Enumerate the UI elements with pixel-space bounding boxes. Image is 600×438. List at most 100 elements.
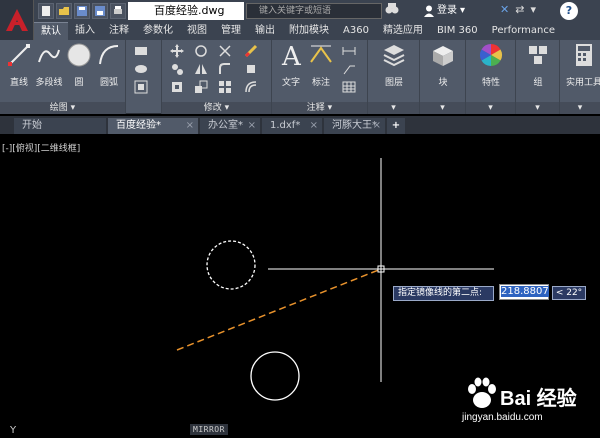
color-wheel-icon (480, 44, 502, 66)
document-title: 百度经验.dwg (128, 2, 244, 20)
document-tab-label: 百度经验* (116, 120, 161, 131)
text-icon: A (281, 42, 302, 72)
mirror-icon[interactable] (194, 62, 208, 76)
ucs-icon: Y (10, 425, 17, 436)
ribbon-tab[interactable]: BIM 360 (430, 22, 485, 40)
close-icon[interactable]: × (186, 118, 194, 134)
stretch-icon[interactable] (170, 80, 184, 94)
move-icon[interactable] (170, 44, 184, 58)
help-button[interactable]: ? (560, 2, 578, 20)
ribbon-tab[interactable]: A360 (336, 22, 376, 40)
distance-input[interactable]: 218.8807 (499, 284, 549, 300)
circle-tool[interactable]: 圆 (64, 42, 94, 88)
ribbon-tab[interactable]: 插入 (68, 22, 102, 40)
search-input[interactable]: 键入关键字或短语 (246, 3, 382, 19)
ribbon-tab[interactable]: Performance (485, 22, 562, 40)
ribbon-tab[interactable]: 注释 (102, 22, 136, 40)
save-as-icon[interactable] (92, 3, 108, 19)
document-tab-label: 1.dxf* (270, 120, 301, 131)
ribbon-tab[interactable]: 默认 (34, 22, 68, 40)
document-tab[interactable]: 百度经验* × (108, 118, 198, 134)
document-tab-label: 办公室* (208, 120, 243, 131)
polyline-label: 多段线 (35, 78, 63, 88)
group-panel-dropdown[interactable]: ▾ (516, 102, 559, 114)
region-icon[interactable] (134, 80, 148, 94)
utilities-panel-dropdown[interactable]: ▾ (560, 102, 600, 114)
offset-icon[interactable] (244, 80, 258, 94)
table-icon[interactable] (342, 80, 356, 94)
explode-icon[interactable] (244, 62, 258, 76)
print-icon[interactable] (110, 3, 126, 19)
ribbon-tab[interactable]: 附加模块 (282, 22, 336, 40)
a360-icon[interactable]: ⇄ (515, 3, 524, 16)
circle-label: 圆 (74, 78, 84, 88)
copy-icon[interactable] (170, 62, 184, 76)
block-panel-dropdown[interactable]: ▾ (420, 102, 465, 114)
block-label: 块 (438, 78, 448, 88)
document-tab[interactable]: 1.dxf* × (262, 118, 322, 134)
line-icon (8, 44, 30, 66)
ribbon-tab[interactable]: 输出 (248, 22, 282, 40)
properties-panel-dropdown[interactable]: ▾ (466, 102, 515, 114)
chevron-down-icon[interactable]: ▾ (530, 3, 536, 16)
layer-panel: 图层 ▾ (368, 40, 420, 114)
rectangle-icon[interactable] (134, 44, 148, 58)
array-icon[interactable] (218, 80, 232, 94)
leader-icon[interactable] (342, 62, 356, 76)
text-tool[interactable]: A 文字 (276, 42, 306, 88)
close-icon[interactable]: × (310, 118, 318, 134)
new-tab-button[interactable]: + (387, 118, 405, 134)
draw-panel-title[interactable]: 绘图 ▾ (0, 102, 125, 114)
fillet-icon[interactable] (218, 62, 232, 76)
layer-tool[interactable]: 图层 (379, 42, 409, 88)
mirrored-circle[interactable] (250, 351, 300, 401)
ribbon-tab[interactable]: 视图 (180, 22, 214, 40)
dimension-tool[interactable]: 标注 (306, 42, 336, 88)
save-icon[interactable] (74, 3, 90, 19)
line-tool[interactable]: 直线 (4, 42, 34, 88)
login-label: 登录 (437, 5, 457, 16)
selected-circle[interactable] (206, 240, 256, 290)
open-file-icon[interactable] (56, 3, 72, 19)
ribbon: 直线 多段线 圆 圆弧 绘图 ▾ 修改 ▾ A 文字 标注 注释 ▾ 图层 ▾ … (0, 40, 600, 114)
draw-extra-panel (126, 40, 162, 114)
new-file-icon[interactable] (38, 3, 54, 19)
ribbon-tab[interactable]: 管理 (214, 22, 248, 40)
scale-icon[interactable] (194, 80, 208, 94)
command-line[interactable]: MIRROR (190, 424, 228, 435)
block-tool[interactable]: 块 (428, 42, 458, 88)
document-tab[interactable]: 河豚大王* × (324, 118, 385, 134)
angle-input[interactable]: < 22° (552, 286, 586, 300)
polyline-tool[interactable]: 多段线 (34, 42, 64, 88)
application-menu-button[interactable] (0, 0, 34, 40)
modify-panel-title[interactable]: 修改 ▾ (162, 102, 271, 114)
viewport-controls[interactable]: [-][俯视][二维线框] (2, 141, 80, 154)
document-tab[interactable]: 办公室* × (200, 118, 260, 134)
line-label: 直线 (9, 78, 28, 88)
erase-icon[interactable] (244, 44, 258, 58)
close-icon[interactable]: × (373, 118, 381, 134)
annotation-panel: A 文字 标注 注释 ▾ (272, 40, 368, 114)
linear-dimension-icon[interactable] (342, 44, 356, 58)
document-tab[interactable]: 开始 (14, 118, 106, 134)
arc-tool[interactable]: 圆弧 (94, 42, 124, 88)
close-icon[interactable]: × (248, 118, 256, 134)
layer-stack-icon (383, 45, 405, 67)
layer-panel-dropdown[interactable]: ▾ (368, 102, 419, 114)
ribbon-tab[interactable]: 精选应用 (376, 22, 430, 40)
properties-tool[interactable]: 特性 (476, 42, 506, 88)
utilities-tool[interactable]: 实用工具 (564, 42, 600, 88)
binoculars-icon[interactable] (385, 3, 399, 15)
trim-icon[interactable] (218, 44, 232, 58)
dimension-label: 标注 (311, 78, 330, 88)
group-tool[interactable]: 组 (523, 42, 553, 88)
annotation-panel-title[interactable]: 注释 ▾ (272, 102, 367, 114)
rotate-icon[interactable] (194, 44, 208, 58)
exchange-icon[interactable]: ✕ (500, 3, 509, 16)
login-button[interactable]: 登录 ▾ (424, 3, 465, 19)
dimension-icon (310, 45, 332, 63)
block-icon (433, 46, 453, 66)
calculator-icon (576, 44, 592, 66)
hatch-icon[interactable] (134, 62, 148, 76)
ribbon-tab[interactable]: 参数化 (136, 22, 180, 40)
